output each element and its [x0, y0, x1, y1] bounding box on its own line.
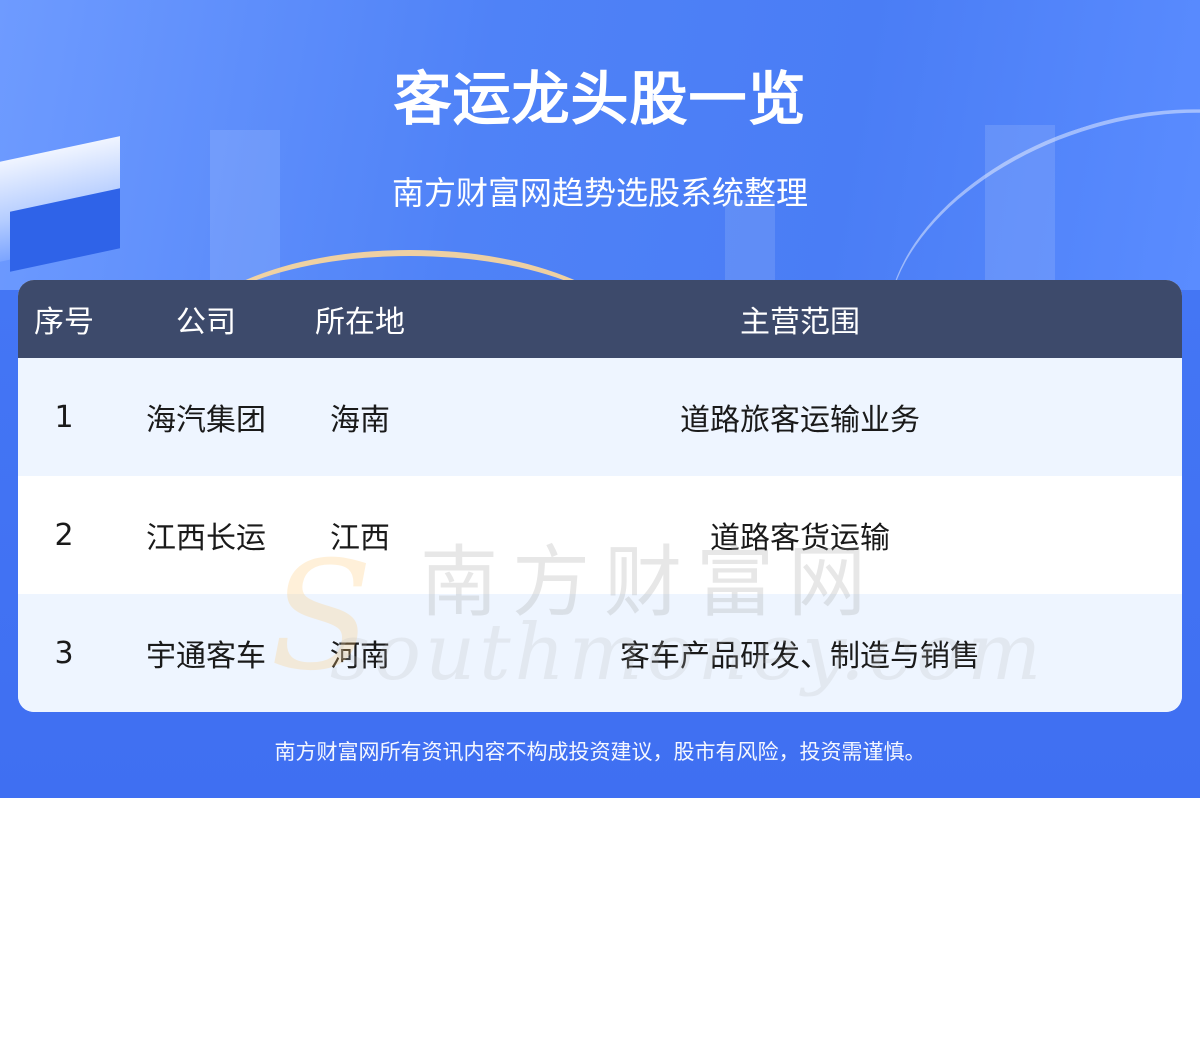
- page-subtitle: 南方财富网趋势选股系统整理: [391, 174, 808, 212]
- table-header: 序号 公司 所在地 主营范围: [18, 280, 1182, 358]
- cell-business: 道路客货运输: [710, 521, 890, 556]
- cell-business: 道路旅客运输业务: [680, 403, 920, 438]
- cell-business: 客车产品研发、制造与销售: [620, 639, 980, 674]
- cell-location: 江西: [330, 521, 390, 556]
- cell-index: 3: [54, 635, 74, 671]
- table-row: 1 海汽集团 海南 道路旅客运输业务: [18, 358, 1182, 476]
- cell-company: 海汽集团: [146, 403, 266, 438]
- column-header-company: 公司: [176, 305, 236, 340]
- column-header-index: 序号: [34, 305, 94, 340]
- cell-index: 1: [54, 399, 74, 435]
- table-row: 2 江西长运 江西 道路客货运输: [18, 476, 1182, 594]
- page-title: 客运龙头股一览: [393, 65, 807, 133]
- column-header-business: 主营范围: [740, 305, 860, 340]
- cell-company: 江西长运: [146, 521, 266, 556]
- column-header-location: 所在地: [315, 305, 405, 340]
- cell-location: 河南: [330, 639, 390, 674]
- cell-index: 2: [54, 517, 74, 553]
- banner-background: 客运龙头股一览 南方财富网趋势选股系统整理 序号 公司 所在地 主营范围 1 海…: [0, 0, 1200, 798]
- cell-company: 宇通客车: [146, 639, 266, 674]
- footer-disclaimer: 南方财富网所有资讯内容不构成投资建议，股市有风险，投资需谨慎。: [274, 740, 926, 764]
- stock-table: 序号 公司 所在地 主营范围 1 海汽集团 海南 道路旅客运输业务 2 江西长运…: [18, 280, 1182, 712]
- hero-illustration: [0, 0, 1200, 290]
- table-row: 3 宇通客车 河南 客车产品研发、制造与销售: [18, 594, 1182, 712]
- cell-location: 海南: [330, 403, 390, 438]
